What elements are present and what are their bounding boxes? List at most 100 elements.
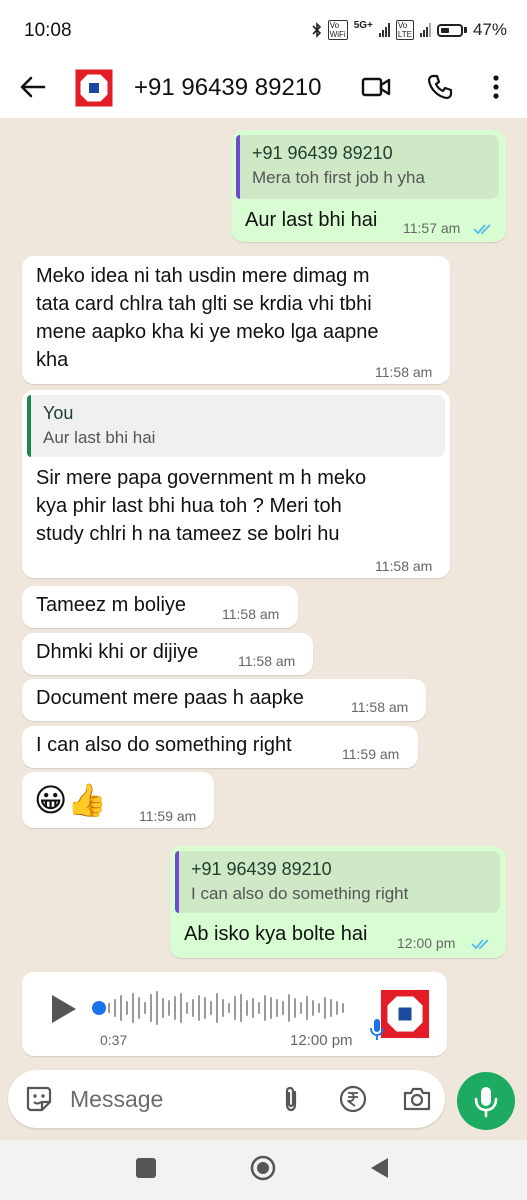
camera-icon[interactable] <box>402 1084 432 1114</box>
voice-message-bubble[interactable]: 0:37 12:00 pm <box>22 972 447 1056</box>
phone-icon[interactable] <box>423 70 457 104</box>
message-line: kha <box>36 349 69 371</box>
waveform-bar <box>276 999 278 1017</box>
square-icon[interactable] <box>136 1158 156 1178</box>
waveform-bar <box>288 994 290 1022</box>
waveform-bar <box>192 999 194 1017</box>
waveform-bar <box>162 998 164 1018</box>
message-text: Document mere paas h aapke <box>36 687 304 709</box>
voice-duration: 0:37 <box>100 1032 128 1048</box>
mic-icon[interactable] <box>457 1072 515 1130</box>
waveform-bar <box>150 994 152 1022</box>
quote-author: You <box>43 403 74 423</box>
waveform-bar <box>108 1003 110 1013</box>
waveform-bar <box>318 1003 320 1013</box>
waveform-bar <box>180 993 182 1023</box>
waveform-bar <box>114 999 116 1017</box>
waveform-bar <box>204 997 206 1019</box>
quote-text: I can also do something right <box>191 884 409 903</box>
voice-waveform[interactable] <box>108 990 354 1026</box>
waveform-bar <box>144 1002 146 1014</box>
message-text: Aur last bhi hai <box>245 209 378 231</box>
message-composer[interactable]: Message <box>8 1070 445 1128</box>
message-bubble-incoming[interactable]: I can also do something right 11:59 am <box>22 726 418 768</box>
message-bubble-incoming[interactable]: Dhmki khi or dijiye 11:58 am <box>22 633 313 675</box>
vowifi-badge: Vo WiFi <box>327 20 348 40</box>
waveform-bar <box>258 1002 260 1014</box>
message-input[interactable]: Message <box>70 1086 163 1113</box>
waveform-bar <box>282 1001 284 1015</box>
message-line: study chlri h na tameez se bolri hu <box>36 523 340 545</box>
voice-progress-dot[interactable] <box>92 1001 106 1015</box>
waveform-bar <box>234 996 236 1020</box>
paperclip-icon[interactable] <box>276 1084 306 1114</box>
message-text: I can also do something right <box>36 734 292 756</box>
waveform-bar <box>198 995 200 1021</box>
waveform-bar <box>324 997 326 1019</box>
message-time: 11:58 am <box>238 653 296 669</box>
more-vert-icon[interactable] <box>479 70 513 104</box>
quoted-message[interactable]: You Aur last bhi hai <box>27 395 445 457</box>
message-bubble-incoming[interactable]: Tameez m boliye 11:58 am <box>22 586 298 628</box>
network-type: 5G+ <box>353 19 373 31</box>
volte-badge: Vo LTE <box>395 20 414 40</box>
arrow-left-icon[interactable] <box>18 72 48 102</box>
waveform-bar <box>132 993 134 1023</box>
play-icon[interactable] <box>48 992 82 1026</box>
read-ticks-icon <box>473 222 493 240</box>
message-bubble-incoming[interactable]: Meko idea ni tah usdin mere dimag m tata… <box>22 256 450 384</box>
status-time: 10:08 <box>24 20 72 41</box>
battery-percent: 47% <box>472 20 507 39</box>
message-bubble-incoming[interactable]: Document mere paas h aapke 11:58 am <box>22 679 426 721</box>
message-line: Sir mere papa government m h meko <box>36 467 367 489</box>
message-text: Tameez m boliye <box>36 594 187 616</box>
waveform-bar <box>252 998 254 1018</box>
signal-strength-icon-2 <box>419 23 431 37</box>
message-time: 11:59 am <box>139 808 197 824</box>
read-ticks-icon <box>471 937 491 955</box>
message-bubble-outgoing[interactable]: +91 96439 89210 I can also do something … <box>170 846 506 958</box>
sender-avatar <box>379 988 431 1040</box>
system-nav-bar <box>0 1140 527 1200</box>
quoted-message[interactable]: +91 96439 89210 Mera toh first job h yha <box>236 135 499 199</box>
waveform-bar <box>312 1000 314 1016</box>
message-line: mene aapko kha ki ye meko lga aapne <box>36 321 379 343</box>
quoted-message[interactable]: +91 96439 89210 I can also do something … <box>175 851 500 913</box>
sticker-icon[interactable] <box>24 1084 54 1114</box>
message-time: 11:58 am <box>222 606 280 622</box>
waveform-bar <box>228 1003 230 1013</box>
message-time: 11:58 am <box>375 364 433 380</box>
message-time: 11:59 am <box>342 746 400 762</box>
waveform-bar <box>210 1001 212 1015</box>
video-call-icon[interactable] <box>359 70 393 104</box>
waveform-bar <box>156 991 158 1025</box>
message-time: 12:00 pm <box>397 935 456 951</box>
battery-icon <box>436 23 467 37</box>
message-time: 11:57 am <box>403 220 461 236</box>
message-time: 12:00 pm <box>290 1032 353 1049</box>
rupee-icon[interactable] <box>338 1084 368 1114</box>
waveform-bar <box>216 993 218 1023</box>
message-line: Meko idea ni tah usdin mere dimag m <box>36 265 370 287</box>
waveform-bar <box>186 1002 188 1014</box>
waveform-bar <box>306 996 308 1020</box>
message-text: Dhmki khi or dijiye <box>36 641 199 663</box>
circle-icon[interactable] <box>250 1155 276 1181</box>
message-bubble-incoming[interactable]: 😀👍 11:59 am <box>22 772 214 828</box>
waveform-bar <box>138 997 140 1019</box>
waveform-bar <box>168 1000 170 1016</box>
bluetooth-icon <box>312 22 322 38</box>
waveform-bar <box>336 1001 338 1015</box>
waveform-bar <box>246 1000 248 1016</box>
waveform-bar <box>294 998 296 1018</box>
contact-avatar[interactable] <box>74 68 114 108</box>
quote-author: +91 96439 89210 <box>252 143 393 163</box>
contact-name[interactable]: +91 96439 89210 <box>134 74 322 102</box>
message-bubble-incoming[interactable]: You Aur last bhi hai Sir mere papa gover… <box>22 390 450 578</box>
signal-strength-icon <box>378 23 390 37</box>
waveform-bar <box>240 994 242 1022</box>
waveform-bar <box>126 1001 128 1015</box>
waveform-bar <box>264 995 266 1021</box>
triangle-back-icon[interactable] <box>368 1156 390 1180</box>
message-bubble-outgoing[interactable]: +91 96439 89210 Mera toh first job h yha… <box>231 130 506 242</box>
